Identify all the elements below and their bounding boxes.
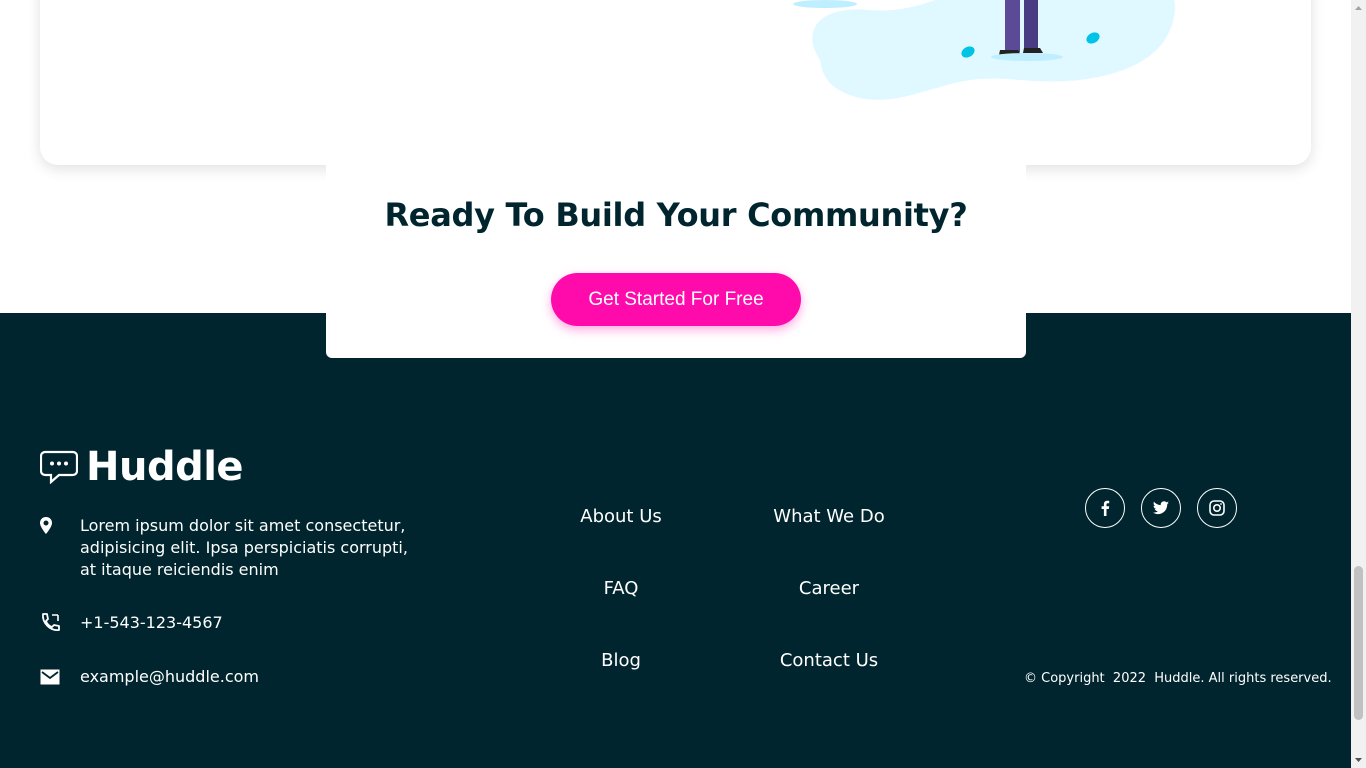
chat-bubble-icon [40, 450, 78, 484]
link-what-we-do[interactable]: What We Do [739, 506, 919, 527]
link-blog[interactable]: Blog [531, 650, 711, 671]
location-pin-icon [40, 517, 52, 534]
get-started-button[interactable]: Get Started For Free [551, 273, 801, 326]
twitter-icon [1153, 501, 1169, 515]
scroll-up-arrow-icon[interactable] [1354, 3, 1363, 13]
phone-text[interactable]: +1-543-123-4567 [80, 612, 420, 634]
contact-email: example@huddle.com [40, 666, 420, 688]
brand-name: Huddle [86, 444, 244, 490]
scrollbar-thumb[interactable] [1354, 566, 1363, 720]
mail-icon [40, 669, 60, 685]
feature-card [40, 0, 1311, 165]
link-about-us[interactable]: About Us [531, 506, 711, 527]
link-career[interactable]: Career [739, 578, 919, 599]
instagram-button[interactable] [1197, 488, 1237, 528]
address-text: Lorem ipsum dolor sit amet consectetur, … [80, 516, 408, 579]
twitter-button[interactable] [1141, 488, 1181, 528]
people-illustration [793, 0, 1176, 100]
cta-title: Ready To Build Your Community? [384, 196, 968, 234]
scroll-down-arrow-icon[interactable] [1354, 755, 1363, 765]
link-faq[interactable]: FAQ [531, 578, 711, 599]
instagram-icon [1209, 500, 1225, 516]
footer-logo[interactable]: Huddle [40, 444, 244, 490]
link-contact-us[interactable]: Contact Us [739, 650, 919, 671]
facebook-button[interactable] [1085, 488, 1125, 528]
footer: Huddle Lorem ipsum dolor sit amet consec… [0, 313, 1351, 768]
contact-phone: +1-543-123-4567 [40, 612, 420, 634]
copyright-text: © Copyright 2022 Huddle. All rights rese… [1024, 671, 1332, 686]
email-text[interactable]: example@huddle.com [80, 666, 420, 688]
phone-icon [42, 613, 60, 631]
contact-address: Lorem ipsum dolor sit amet consectetur, … [40, 515, 420, 581]
cta-box: Ready To Build Your Community? Get Start… [326, 160, 1026, 358]
facebook-icon [1101, 500, 1110, 516]
vertical-scrollbar[interactable] [1351, 0, 1366, 768]
